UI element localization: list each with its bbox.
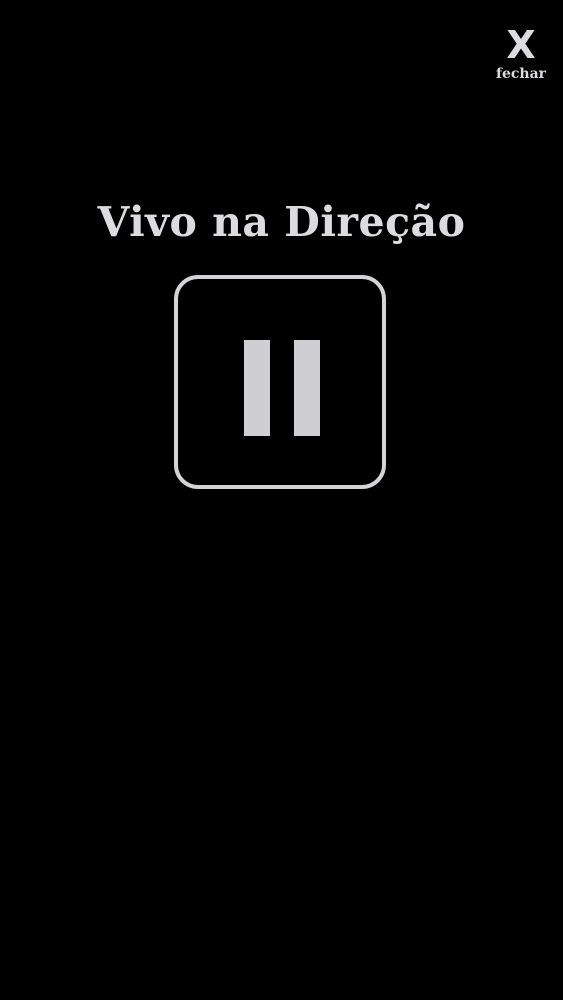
close-label: fechar [495, 66, 547, 82]
pause-icon-bar [294, 340, 320, 436]
pause-icon [244, 340, 270, 436]
close-button[interactable]: X fechar [493, 26, 549, 84]
page-title: Vivo na Direção [97, 198, 466, 246]
pause-button[interactable] [174, 275, 386, 489]
close-x-icon: X [506, 23, 536, 67]
